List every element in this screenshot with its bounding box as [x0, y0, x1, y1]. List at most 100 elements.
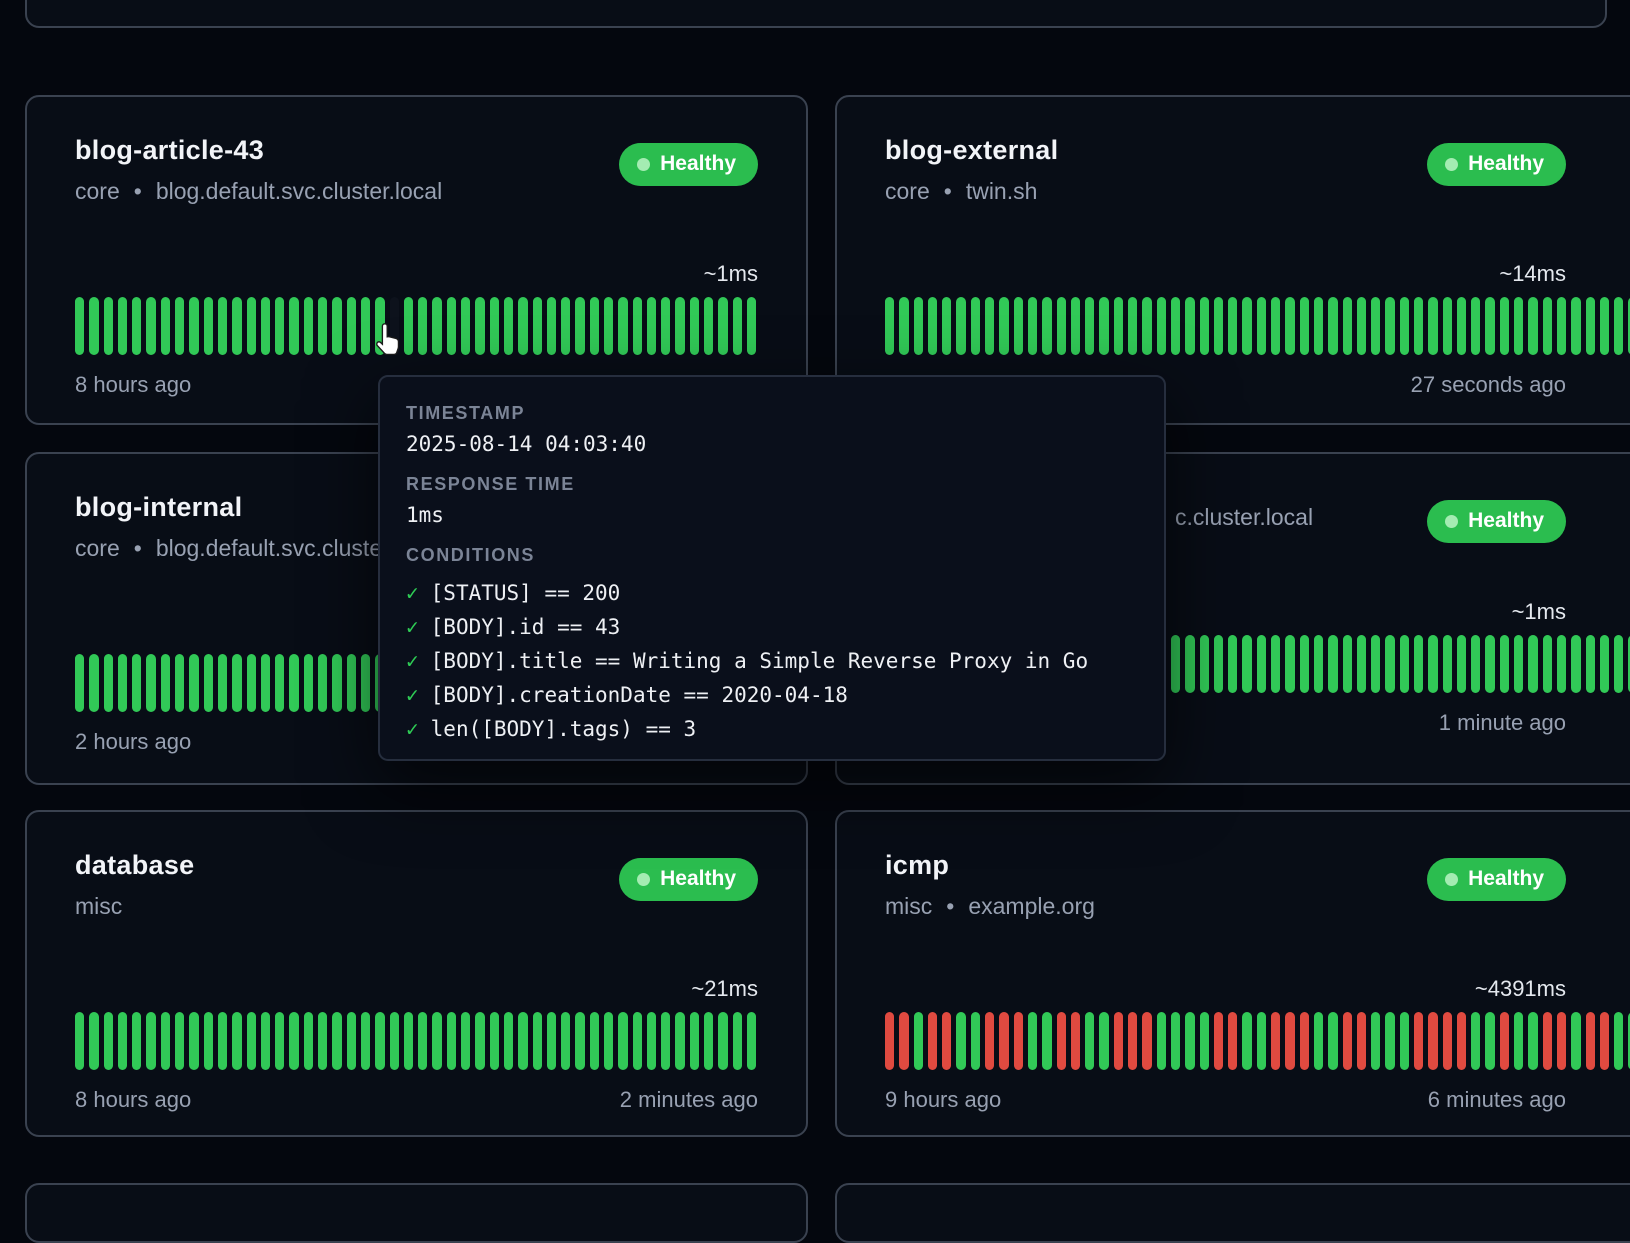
status-bar[interactable]: [204, 297, 213, 355]
service-card-icmp[interactable]: icmp misc • example.org Healthy ~4391ms …: [835, 810, 1630, 1137]
status-bar[interactable]: [161, 654, 170, 712]
status-bar[interactable]: [447, 297, 456, 355]
status-bar[interactable]: [747, 1012, 756, 1070]
status-bar[interactable]: [1428, 1012, 1437, 1070]
status-bar[interactable]: [590, 1012, 599, 1070]
status-bar[interactable]: [361, 1012, 370, 1070]
status-bar[interactable]: [1285, 1012, 1294, 1070]
status-bar[interactable]: [1228, 1012, 1237, 1070]
status-bar[interactable]: [1600, 297, 1609, 355]
status-bar[interactable]: [1400, 635, 1409, 693]
status-bar[interactable]: [1357, 1012, 1366, 1070]
status-bar[interactable]: [647, 1012, 656, 1070]
status-bar[interactable]: [1271, 635, 1280, 693]
status-bar[interactable]: [1457, 297, 1466, 355]
status-bar[interactable]: [575, 1012, 584, 1070]
status-bar[interactable]: [1543, 1012, 1552, 1070]
status-bar[interactable]: [661, 297, 670, 355]
status-bar[interactable]: [1171, 635, 1180, 693]
status-bar[interactable]: [1357, 297, 1366, 355]
status-bar[interactable]: [347, 1012, 356, 1070]
status-bar[interactable]: [432, 297, 441, 355]
status-bar[interactable]: [132, 654, 141, 712]
status-bar[interactable]: [175, 1012, 184, 1070]
status-bar[interactable]: [1271, 1012, 1280, 1070]
status-bar[interactable]: [547, 1012, 556, 1070]
status-bar[interactable]: [289, 1012, 298, 1070]
status-bar[interactable]: [75, 1012, 84, 1070]
status-bar[interactable]: [1328, 297, 1337, 355]
status-bar[interactable]: [1242, 297, 1251, 355]
status-bar[interactable]: [1057, 297, 1066, 355]
status-bar[interactable]: [218, 654, 227, 712]
status-bar[interactable]: [461, 297, 470, 355]
status-bar[interactable]: [390, 1012, 399, 1070]
status-bar[interactable]: [604, 1012, 613, 1070]
status-bar[interactable]: [914, 1012, 923, 1070]
status-bar[interactable]: [1385, 297, 1394, 355]
status-bar[interactable]: [1171, 1012, 1180, 1070]
status-bar[interactable]: [304, 297, 313, 355]
status-bar[interactable]: [1314, 297, 1323, 355]
status-bar[interactable]: [1400, 297, 1409, 355]
status-bar[interactable]: [318, 1012, 327, 1070]
status-bar[interactable]: [275, 297, 284, 355]
status-bar[interactable]: [1071, 1012, 1080, 1070]
status-bar[interactable]: [1185, 635, 1194, 693]
status-bar[interactable]: [1614, 1012, 1623, 1070]
status-bar[interactable]: [1500, 1012, 1509, 1070]
status-bar[interactable]: [104, 297, 113, 355]
status-bar[interactable]: [1485, 1012, 1494, 1070]
status-bar[interactable]: [1485, 635, 1494, 693]
service-card-database[interactable]: database misc Healthy ~21ms 8 hours ago …: [25, 810, 808, 1137]
status-bar[interactable]: [118, 1012, 127, 1070]
status-bar[interactable]: [175, 654, 184, 712]
status-bar[interactable]: [590, 297, 599, 355]
status-bar[interactable]: [1371, 297, 1380, 355]
status-bar[interactable]: [261, 297, 270, 355]
status-bar[interactable]: [1128, 1012, 1137, 1070]
status-bar[interactable]: [332, 1012, 341, 1070]
status-bar[interactable]: [1371, 1012, 1380, 1070]
status-bar[interactable]: [1242, 635, 1251, 693]
status-bar[interactable]: [604, 297, 613, 355]
status-bar[interactable]: [347, 297, 356, 355]
status-bar[interactable]: [914, 297, 923, 355]
status-bar[interactable]: [1228, 297, 1237, 355]
status-bar[interactable]: [475, 297, 484, 355]
status-bar[interactable]: [1171, 297, 1180, 355]
status-bar[interactable]: [1443, 297, 1452, 355]
status-bar[interactable]: [1343, 635, 1352, 693]
status-bar[interactable]: [1586, 635, 1595, 693]
status-bar[interactable]: [1557, 1012, 1566, 1070]
status-bar[interactable]: [1042, 1012, 1051, 1070]
status-bar[interactable]: [189, 297, 198, 355]
status-bar[interactable]: [1514, 1012, 1523, 1070]
status-bar[interactable]: [1443, 1012, 1452, 1070]
status-bar[interactable]: [647, 297, 656, 355]
status-bar[interactable]: [1571, 635, 1580, 693]
status-bar[interactable]: [1057, 1012, 1066, 1070]
status-bar[interactable]: [1428, 635, 1437, 693]
status-bar[interactable]: [1514, 297, 1523, 355]
status-bar[interactable]: [690, 297, 699, 355]
status-bar[interactable]: [956, 1012, 965, 1070]
status-bar[interactable]: [704, 1012, 713, 1070]
status-bar[interactable]: [1600, 1012, 1609, 1070]
status-bar[interactable]: [971, 297, 980, 355]
status-bar[interactable]: [1514, 635, 1523, 693]
status-bar[interactable]: [418, 1012, 427, 1070]
status-bar[interactable]: [289, 297, 298, 355]
status-bar[interactable]: [518, 1012, 527, 1070]
status-bar[interactable]: [718, 1012, 727, 1070]
status-bar[interactable]: [885, 297, 894, 355]
status-bar[interactable]: [1114, 297, 1123, 355]
status-bar[interactable]: [161, 1012, 170, 1070]
status-bar[interactable]: [885, 1012, 894, 1070]
status-bar[interactable]: [1443, 635, 1452, 693]
status-bar[interactable]: [1185, 1012, 1194, 1070]
status-bar[interactable]: [675, 1012, 684, 1070]
status-bar[interactable]: [1185, 297, 1194, 355]
status-bar[interactable]: [89, 654, 98, 712]
status-bar[interactable]: [1614, 297, 1623, 355]
